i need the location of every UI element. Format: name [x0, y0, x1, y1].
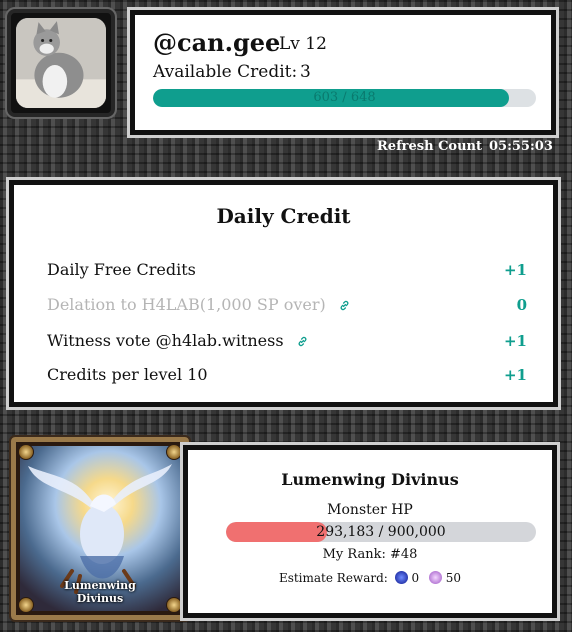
boss-info-card: Lumenwing Divinus Monster HP 293,183 / 9…: [180, 442, 560, 621]
monster-card-name-line1: Lumenwing: [64, 579, 136, 592]
refresh-count-label: Refresh Count: [377, 139, 483, 154]
monster-card[interactable]: Lumenwing Divinus: [9, 435, 191, 622]
reward-token2-value: 50: [445, 571, 462, 585]
link-icon[interactable]: [297, 332, 308, 351]
daily-credit-title: Daily Credit: [216, 204, 351, 228]
user-level: Lv 12: [279, 34, 327, 54]
my-rank: My Rank: #48: [322, 547, 418, 562]
daily-credit-card: Daily Credit Daily Free Credits +1 Delat…: [6, 177, 561, 410]
boss-name: Lumenwing Divinus: [281, 470, 459, 489]
daily-free-credits-value: +1: [503, 261, 527, 279]
refresh-countdown: 05:55:03: [489, 139, 553, 154]
available-credit-label: Available Credit:: [153, 62, 298, 82]
link-icon[interactable]: [339, 296, 350, 315]
estimate-reward: Estimate Reward: 0 50: [188, 571, 552, 585]
monster-hp-label: Monster HP: [327, 502, 413, 518]
delegation-row: Delation to H4LAB(1,000 SP over): [47, 295, 350, 315]
monster-hp-bar: 293,183 / 900,000: [226, 522, 536, 542]
witness-vote-value: +1: [503, 332, 527, 350]
username[interactable]: @can.gee: [153, 28, 280, 57]
monster-card-name: Lumenwing Divinus: [16, 579, 184, 605]
witness-vote-label: Witness vote @h4lab.witness: [47, 331, 284, 350]
delegation-value: 0: [516, 296, 527, 314]
corner-gem-icon: [18, 444, 34, 460]
blue-token-icon: [394, 571, 408, 584]
avatar[interactable]: [16, 18, 106, 108]
corner-gem-icon: [166, 444, 182, 460]
available-credit-value: 3: [300, 62, 311, 82]
exp-progress-text: 603 / 648: [313, 90, 376, 105]
estimate-reward-label: Estimate Reward:: [278, 571, 388, 585]
crystal-token-icon: [428, 571, 442, 584]
daily-free-credits-label: Daily Free Credits: [47, 260, 196, 279]
credits-per-level-value: +1: [503, 366, 527, 384]
avatar-frame: [5, 7, 117, 119]
credits-per-level-label: Credits per level 10: [47, 365, 208, 384]
exp-progress-bar: 603 / 648: [153, 89, 536, 107]
witness-vote-row: Witness vote @h4lab.witness: [47, 331, 308, 351]
monster-hp-text: 293,183 / 900,000: [316, 524, 446, 540]
reward-token1-value: 0: [411, 571, 420, 585]
delegation-label: Delation to H4LAB(1,000 SP over): [47, 295, 326, 314]
profile-card: @can.gee Lv 12 Available Credit: 3 603 /…: [127, 7, 559, 138]
monster-card-name-line2: Divinus: [76, 592, 124, 605]
cat-avatar-image: [16, 18, 106, 108]
